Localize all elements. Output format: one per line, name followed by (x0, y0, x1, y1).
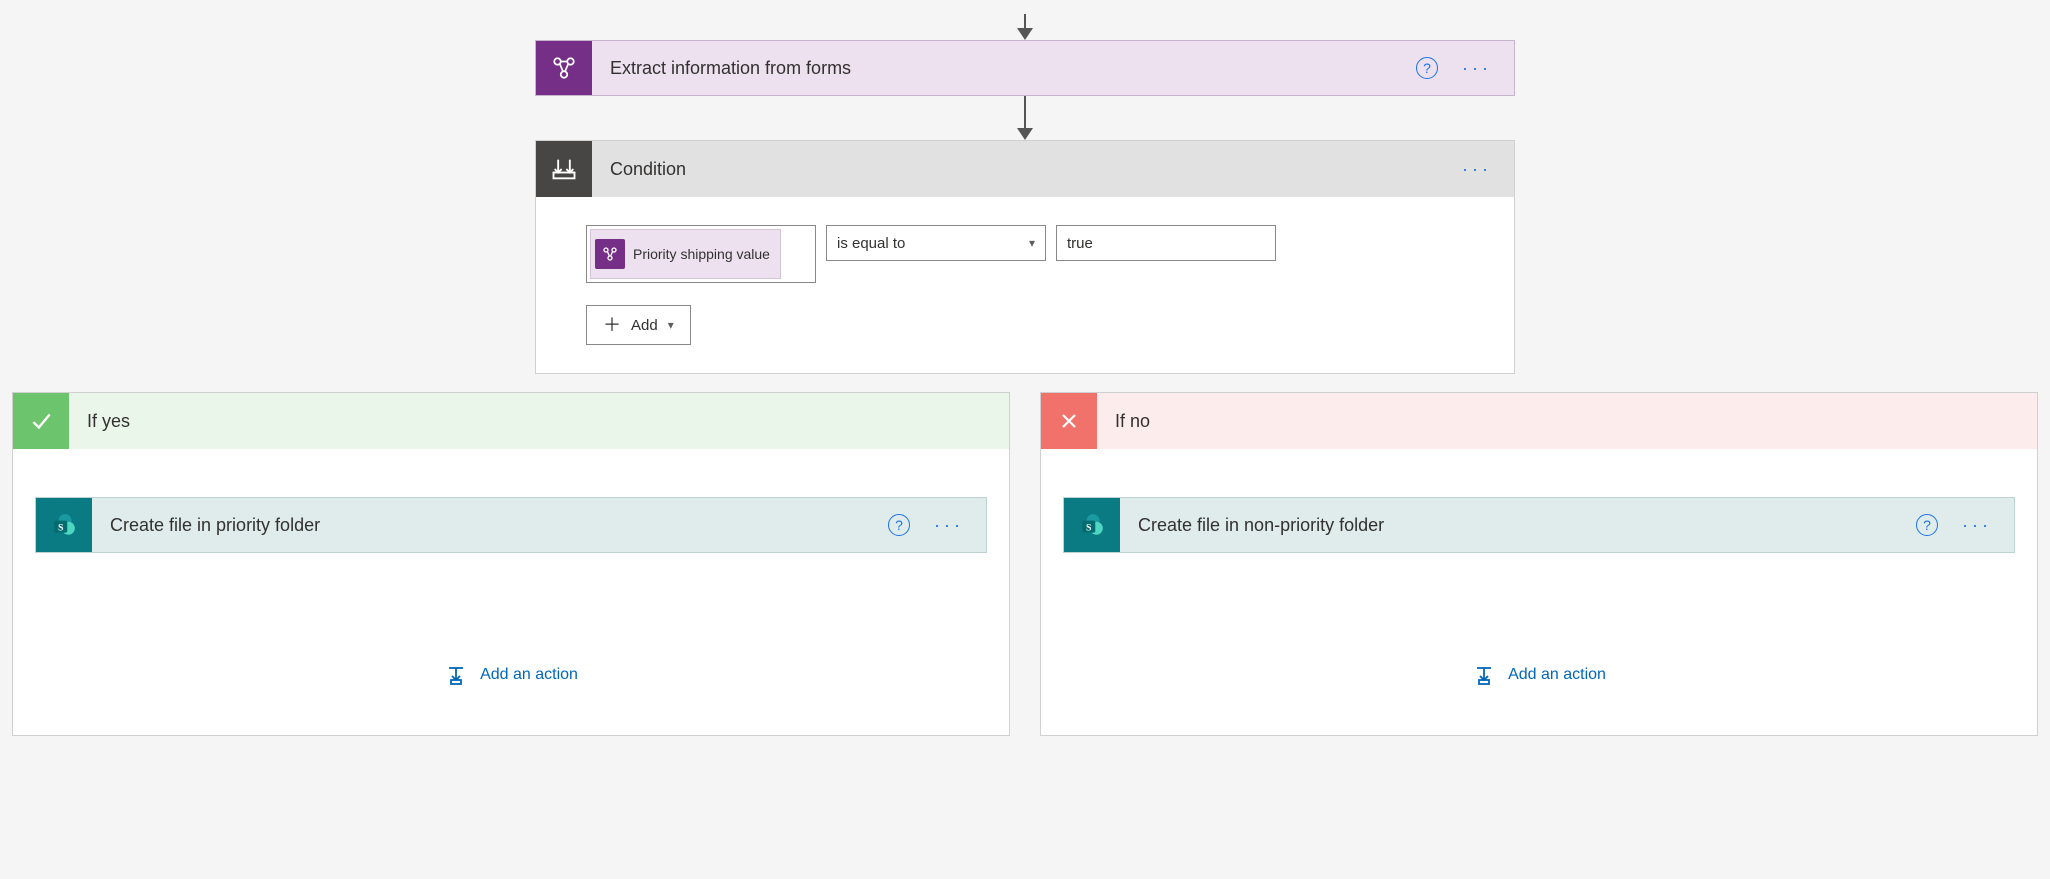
flow-arrow-top (1017, 14, 1033, 40)
plus-icon: ＋ (603, 316, 621, 334)
flow-arrow-mid (1017, 96, 1033, 140)
operator-label: is equal to (837, 235, 905, 252)
condition-operator-dropdown[interactable]: is equal to ▾ (826, 225, 1046, 261)
condition-left-operand[interactable]: Priority shipping value (586, 225, 816, 283)
branch-title: If yes (69, 393, 1009, 449)
condition-block[interactable]: Condition ··· (535, 140, 1515, 374)
more-menu-icon[interactable]: ··· (1462, 59, 1492, 77)
ai-builder-icon (536, 41, 592, 95)
sharepoint-icon: S (36, 498, 92, 552)
create-file-priority-action[interactable]: S Create file in priority folder ? ··· (35, 497, 987, 553)
ai-builder-icon (595, 239, 625, 269)
insert-action-icon (1472, 663, 1496, 687)
extract-information-action[interactable]: Extract information from forms ? ··· (535, 40, 1515, 96)
svg-text:S: S (58, 522, 64, 533)
if-no-branch: If no S Create file in non-priority fold… (1040, 392, 2038, 736)
more-menu-icon[interactable]: ··· (1962, 516, 1992, 534)
help-icon[interactable]: ? (1916, 514, 1938, 536)
action-title: Create file in non-priority folder (1120, 498, 1916, 552)
if-yes-branch: If yes S Create file in priority folder (12, 392, 1010, 736)
help-icon[interactable]: ? (1416, 57, 1438, 79)
action-title: Create file in priority folder (92, 498, 888, 552)
create-file-nonpriority-action[interactable]: S Create file in non-priority folder ? ·… (1063, 497, 2015, 553)
add-action-button[interactable]: Add an action (1472, 663, 1606, 687)
sharepoint-icon: S (1064, 498, 1120, 552)
help-icon[interactable]: ? (888, 514, 910, 536)
token-label: Priority shipping value (633, 246, 770, 263)
condition-value-input[interactable]: true (1056, 225, 1276, 261)
branch-title: If no (1097, 393, 2037, 449)
more-menu-icon[interactable]: ··· (1462, 160, 1492, 178)
insert-action-icon (444, 663, 468, 687)
chevron-down-icon: ▾ (668, 318, 674, 332)
condition-icon (536, 141, 592, 197)
more-menu-icon[interactable]: ··· (934, 516, 964, 534)
action-title: Extract information from forms (592, 41, 1416, 95)
x-icon (1041, 393, 1097, 449)
chevron-down-icon: ▾ (1029, 236, 1035, 250)
check-icon (13, 393, 69, 449)
svg-text:S: S (1086, 522, 1092, 533)
condition-expression-row: Priority shipping value is equal to ▾ tr… (586, 225, 1474, 283)
condition-title: Condition (592, 141, 1462, 197)
add-condition-button[interactable]: ＋ Add ▾ (586, 305, 691, 345)
add-action-button[interactable]: Add an action (444, 663, 578, 687)
